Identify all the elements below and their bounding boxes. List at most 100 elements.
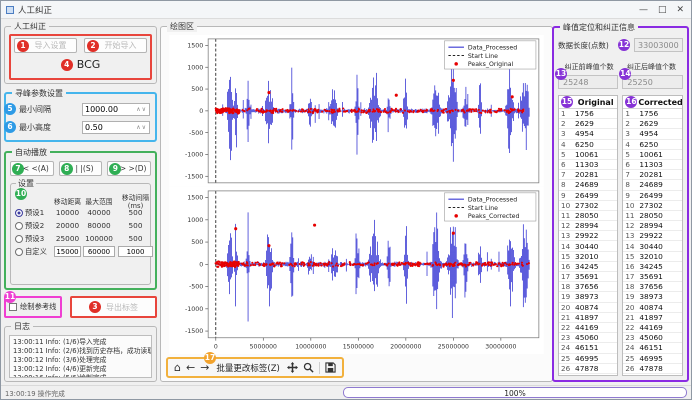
pause-button[interactable]: 8 | |(S) — [59, 161, 103, 176]
table-row[interactable]: 1430440 — [623, 241, 681, 251]
table-row[interactable]: 1430440 — [559, 241, 617, 251]
table-row[interactable]: 11756 — [559, 109, 617, 119]
save-icon[interactable] — [325, 362, 336, 373]
table-row[interactable]: 2647878 — [623, 364, 681, 374]
table-row[interactable]: 1128050 — [559, 211, 617, 221]
table-row[interactable]: 2446151 — [559, 343, 617, 353]
plot-group-title: 绘图区 — [167, 21, 197, 32]
row-value: 20281 — [639, 170, 681, 179]
import-settings-button[interactable]: 1 导入设置 — [14, 38, 77, 53]
table-row[interactable]: 2749054 — [559, 374, 617, 375]
svg-text:5000000: 5000000 — [250, 343, 277, 350]
row-value: 11303 — [639, 160, 681, 169]
preset-custom-input[interactable] — [83, 246, 114, 257]
table-row[interactable]: 1228994 — [559, 221, 617, 231]
table-row[interactable]: 46250 — [559, 140, 617, 150]
minimize-button[interactable]: — — [639, 3, 648, 17]
export-labels-button[interactable]: 3 导出标签 — [70, 296, 157, 318]
row-value: 24689 — [639, 180, 681, 189]
table-row[interactable]: 22629 — [623, 119, 681, 129]
close-button[interactable]: ✕ — [676, 3, 684, 17]
row-index: 6 — [623, 160, 639, 169]
log-box[interactable]: 13:00:11 Info: (1/6)导入完成13:00:11 Info: (… — [9, 335, 152, 378]
table-row[interactable]: 1938973 — [559, 292, 617, 302]
table-row[interactable]: 2546995 — [623, 354, 681, 364]
table-row[interactable]: 1228994 — [623, 221, 681, 231]
table-row[interactable]: 510061 — [623, 150, 681, 160]
table-row[interactable]: 46250 — [623, 140, 681, 150]
table-row[interactable]: 2040874 — [559, 303, 617, 313]
min-height-spinner[interactable]: 0.50 ∧∨ — [82, 121, 150, 134]
table-row[interactable]: 926499 — [623, 191, 681, 201]
reference-line-checkbox[interactable] — [9, 303, 17, 311]
table-row[interactable]: 611303 — [559, 160, 617, 170]
table-row[interactable]: 2141897 — [559, 313, 617, 323]
table-row[interactable]: 720281 — [623, 170, 681, 180]
step-forward-button[interactable]: 9 > >(D) — [107, 161, 151, 176]
chart-bottom[interactable]: 150010005000-500-1000-150005000000100000… — [164, 187, 549, 354]
table-row[interactable]: 926499 — [559, 191, 617, 201]
svg-text:Data_Processed: Data_Processed — [468, 196, 517, 203]
table-row[interactable]: 824689 — [559, 180, 617, 190]
pan-icon[interactable] — [287, 362, 298, 373]
table-row[interactable]: 824689 — [623, 180, 681, 190]
start-import-label: 开始导入 — [105, 40, 137, 51]
table-row[interactable]: 1735691 — [623, 272, 681, 282]
table-row[interactable]: 1532010 — [559, 252, 617, 262]
table-row[interactable]: 1329922 — [559, 231, 617, 241]
table-row[interactable]: 2244169 — [559, 323, 617, 333]
table-row[interactable]: 2749054 — [623, 374, 681, 375]
table-row[interactable]: 34954 — [623, 129, 681, 139]
table-row[interactable]: 2446151 — [623, 343, 681, 353]
step-back-button[interactable]: 7 < <(A) — [10, 161, 54, 176]
preset-custom-input[interactable] — [118, 246, 154, 257]
table-row[interactable]: 1837656 — [623, 282, 681, 292]
table-row[interactable]: 1329922 — [623, 231, 681, 241]
row-index: 26 — [559, 364, 575, 373]
table-row[interactable]: 720281 — [559, 170, 617, 180]
preset-radio[interactable] — [15, 222, 23, 230]
preset-radio[interactable] — [15, 235, 23, 243]
table-row[interactable]: 2546995 — [559, 354, 617, 364]
reference-line-label: 绘制参考线 — [20, 302, 56, 312]
start-import-button[interactable]: 2 开始导入 — [84, 38, 147, 53]
table-row[interactable]: 2244169 — [623, 323, 681, 333]
table-row[interactable]: 1735691 — [559, 272, 617, 282]
preset-radio[interactable] — [15, 248, 23, 256]
original-table-body[interactable]: 1175622629349544625051006161130372028182… — [559, 109, 617, 375]
table-row[interactable]: 1532010 — [623, 252, 681, 262]
table-row[interactable]: 1938973 — [623, 292, 681, 302]
row-value: 46151 — [639, 343, 681, 352]
after-count-wrap: 14 25250 — [622, 75, 682, 89]
min-interval-spinner[interactable]: 1000.00 ∧∨ — [82, 103, 150, 116]
home-icon[interactable]: ⌂ — [174, 361, 181, 375]
table-row[interactable]: 22629 — [559, 119, 617, 129]
table-row[interactable]: 2345060 — [559, 333, 617, 343]
back-icon[interactable]: ← — [186, 361, 195, 375]
table-row[interactable]: 2345060 — [623, 333, 681, 343]
table-row[interactable]: 34954 — [559, 129, 617, 139]
spinner-arrows-icon[interactable]: ∧∨ — [136, 124, 147, 131]
corrected-table-body[interactable]: 1175622629349544625051006161130372028182… — [623, 109, 681, 375]
table-row[interactable]: 2040874 — [623, 303, 681, 313]
row-value: 28050 — [575, 211, 617, 220]
preset-radio[interactable] — [15, 209, 23, 217]
preset-row: 预设325000100000500 — [13, 232, 148, 245]
chart-top[interactable]: 150010005000-500-1000-1500Data_Processed… — [164, 35, 549, 187]
table-row[interactable]: 1837656 — [559, 282, 617, 292]
table-row[interactable]: 1027302 — [623, 201, 681, 211]
table-row[interactable]: 1634245 — [559, 262, 617, 272]
table-row[interactable]: 510061 — [559, 150, 617, 160]
table-row[interactable]: 1027302 — [559, 201, 617, 211]
zoom-icon[interactable] — [303, 362, 314, 373]
table-row[interactable]: 11756 — [623, 109, 681, 119]
preset-custom-input[interactable] — [54, 246, 81, 257]
table-row[interactable]: 611303 — [623, 160, 681, 170]
table-row[interactable]: 2647878 — [559, 364, 617, 374]
batch-edit-labels-button[interactable]: 批量更改标签(Z) — [214, 362, 281, 374]
spinner-arrows-icon[interactable]: ∧∨ — [136, 106, 147, 113]
table-row[interactable]: 1128050 — [623, 211, 681, 221]
table-row[interactable]: 2141897 — [623, 313, 681, 323]
maximize-button[interactable]: □ — [658, 3, 667, 17]
table-row[interactable]: 1634245 — [623, 262, 681, 272]
